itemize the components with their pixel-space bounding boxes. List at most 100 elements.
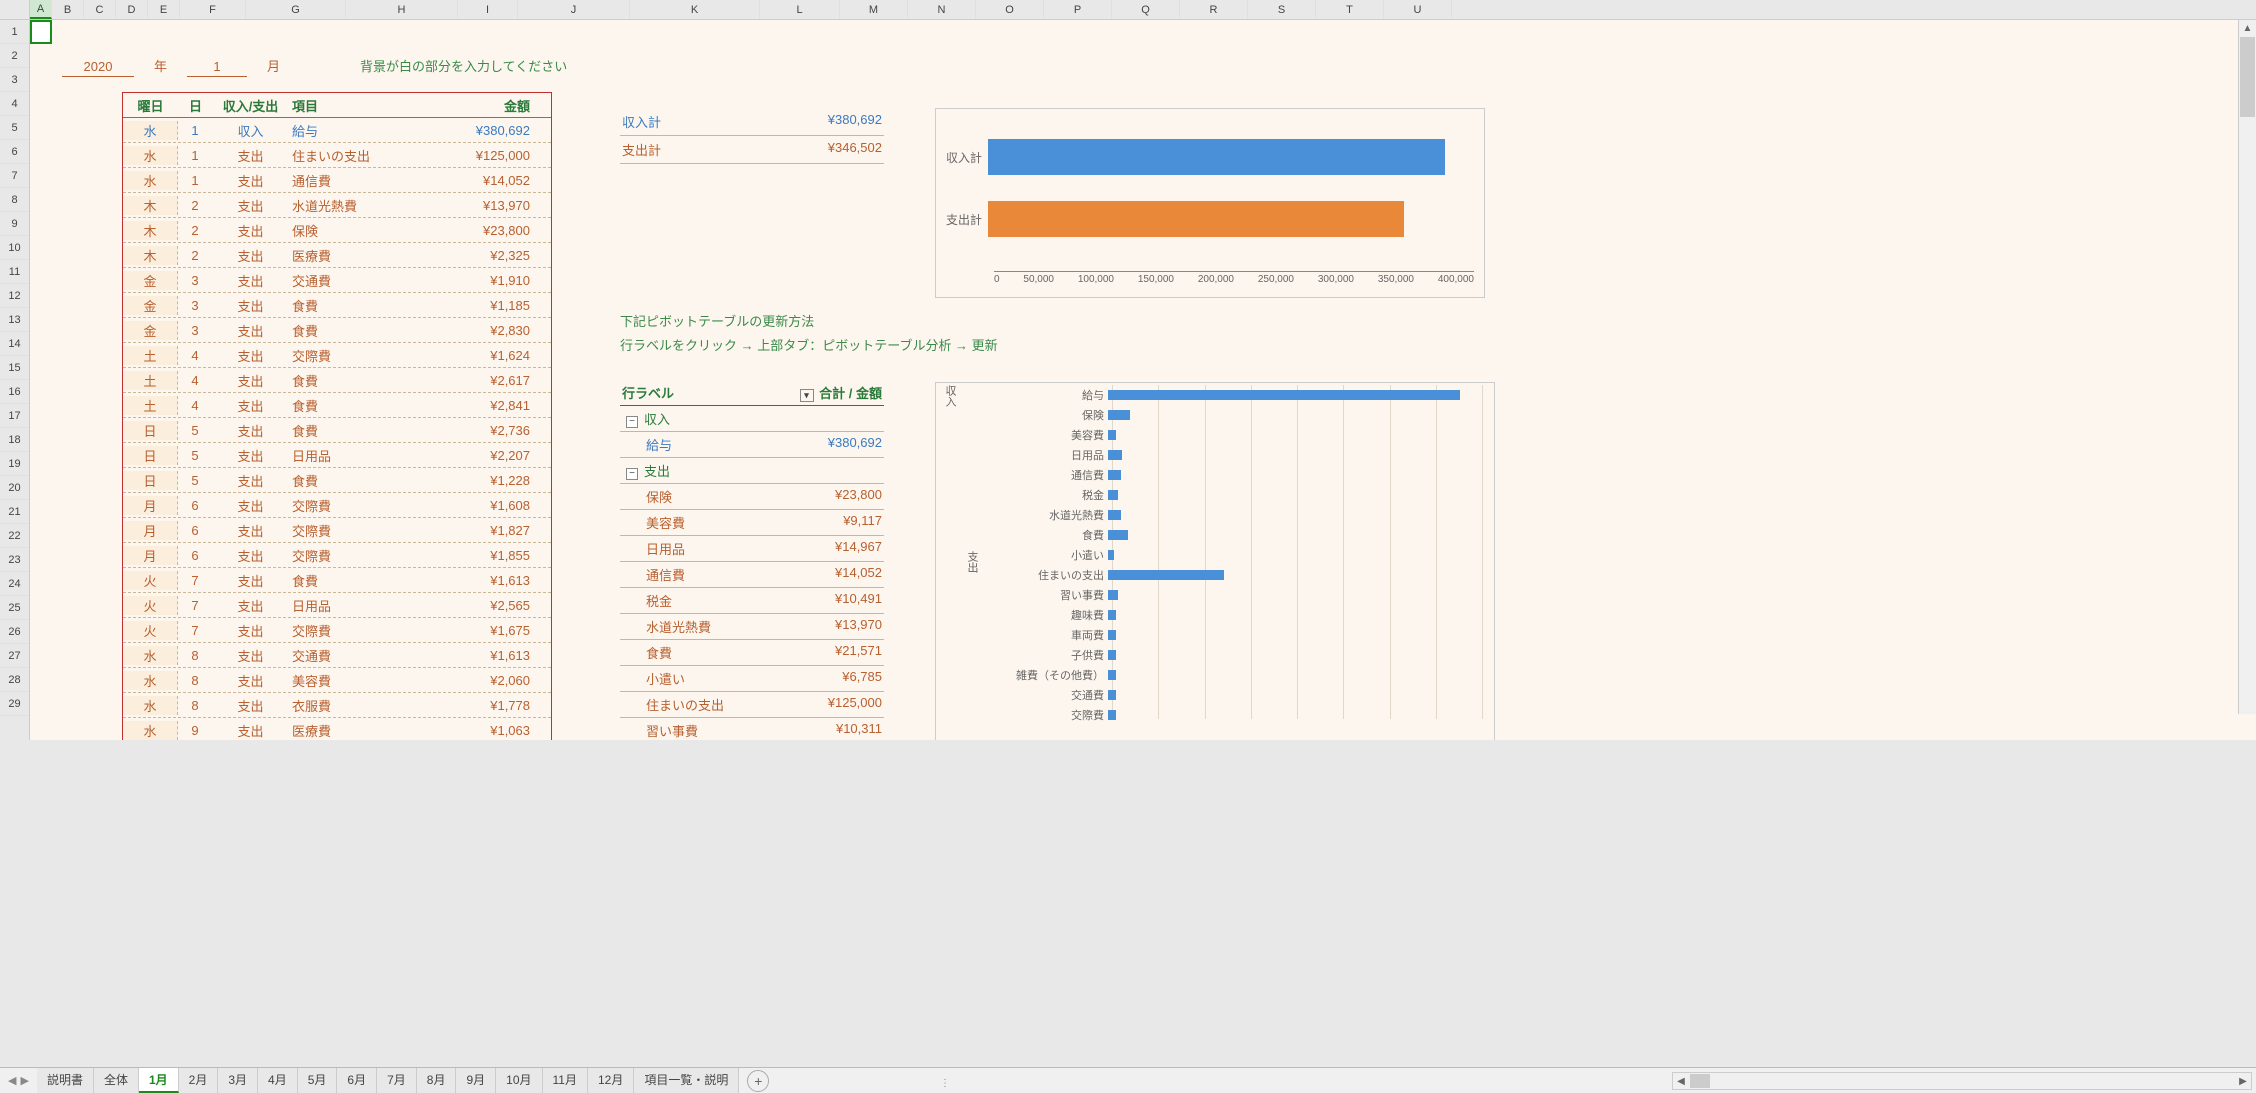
pivot-data-row[interactable]: 小遣い¥6,785 bbox=[620, 666, 884, 692]
ledger-row[interactable]: 水8支出交通費¥1,613 bbox=[123, 643, 551, 668]
pivot-group-row[interactable]: −収入 bbox=[620, 406, 884, 432]
column-header[interactable]: M bbox=[840, 0, 908, 19]
pivot-group-row[interactable]: −支出 bbox=[620, 458, 884, 484]
scroll-left-arrow-icon[interactable]: ◀ bbox=[1673, 1073, 1689, 1089]
ledger-cell-weekday[interactable]: 土 bbox=[123, 346, 178, 365]
ledger-cell-inout[interactable]: 支出 bbox=[213, 221, 288, 240]
pivot-data-row[interactable]: 住まいの支出¥125,000 bbox=[620, 692, 884, 718]
row-header[interactable]: 25 bbox=[0, 596, 29, 620]
ledger-row[interactable]: 木2支出保険¥23,800 bbox=[123, 218, 551, 243]
ledger-cell-amount[interactable]: ¥1,624 bbox=[438, 348, 538, 363]
ledger-cell-amount[interactable]: ¥1,855 bbox=[438, 548, 538, 563]
ledger-row[interactable]: 日5支出食費¥2,736 bbox=[123, 418, 551, 443]
ledger-cell-day[interactable]: 1 bbox=[178, 123, 213, 138]
row-header[interactable]: 9 bbox=[0, 212, 29, 236]
ledger-cell-day[interactable]: 2 bbox=[178, 223, 213, 238]
ledger-cell-inout[interactable]: 支出 bbox=[213, 621, 288, 640]
horizontal-scrollbar[interactable]: ◀ ▶ bbox=[1672, 1072, 2252, 1090]
ledger-cell-amount[interactable]: ¥1,910 bbox=[438, 273, 538, 288]
row-header[interactable]: 27 bbox=[0, 644, 29, 668]
ledger-cell-category[interactable]: 食費 bbox=[288, 471, 438, 490]
ledger-cell-weekday[interactable]: 木 bbox=[123, 246, 178, 265]
ledger-cell-day[interactable]: 7 bbox=[178, 598, 213, 613]
ledger-cell-category[interactable]: 交際費 bbox=[288, 521, 438, 540]
ledger-cell-inout[interactable]: 支出 bbox=[213, 371, 288, 390]
ledger-cell-category[interactable]: 交通費 bbox=[288, 646, 438, 665]
pivot-data-row[interactable]: 美容費¥9,117 bbox=[620, 510, 884, 536]
sheet-tab[interactable]: 8月 bbox=[417, 1068, 457, 1093]
tab-nav-prev-icon[interactable]: ▶ bbox=[20, 1074, 28, 1087]
ledger-cell-inout[interactable]: 支出 bbox=[213, 396, 288, 415]
row-header[interactable]: 11 bbox=[0, 260, 29, 284]
sheet-tab[interactable]: 10月 bbox=[496, 1068, 542, 1093]
ledger-cell-category[interactable]: 食費 bbox=[288, 571, 438, 590]
ledger-cell-category[interactable]: 通信費 bbox=[288, 171, 438, 190]
sheet-tab[interactable]: 11月 bbox=[543, 1068, 588, 1093]
ledger-cell-weekday[interactable]: 水 bbox=[123, 721, 178, 740]
ledger-cell-amount[interactable]: ¥23,800 bbox=[438, 223, 538, 238]
ledger-cell-amount[interactable]: ¥1,675 bbox=[438, 623, 538, 638]
ledger-cell-inout[interactable]: 支出 bbox=[213, 596, 288, 615]
sheet-tab[interactable]: 2月 bbox=[179, 1068, 219, 1093]
ledger-cell-inout[interactable]: 収入 bbox=[213, 121, 288, 140]
vertical-scrollbar[interactable]: ▲ bbox=[2238, 20, 2256, 714]
column-header[interactable]: K bbox=[630, 0, 760, 19]
ledger-cell-inout[interactable]: 支出 bbox=[213, 721, 288, 740]
ledger-cell-day[interactable]: 6 bbox=[178, 523, 213, 538]
pivot-data-row[interactable]: 食費¥21,571 bbox=[620, 640, 884, 666]
row-header[interactable]: 17 bbox=[0, 404, 29, 428]
pivot-data-row[interactable]: 通信費¥14,052 bbox=[620, 562, 884, 588]
scroll-up-arrow-icon[interactable]: ▲ bbox=[2239, 20, 2256, 36]
row-header[interactable]: 10 bbox=[0, 236, 29, 260]
ledger-row[interactable]: 火7支出日用品¥2,565 bbox=[123, 593, 551, 618]
row-header[interactable]: 21 bbox=[0, 500, 29, 524]
ledger-cell-inout[interactable]: 支出 bbox=[213, 271, 288, 290]
ledger-row[interactable]: 水1支出住まいの支出¥125,000 bbox=[123, 143, 551, 168]
row-header[interactable]: 7 bbox=[0, 164, 29, 188]
column-header[interactable]: G bbox=[246, 0, 346, 19]
ledger-cell-category[interactable]: 交通費 bbox=[288, 271, 438, 290]
ledger-cell-day[interactable]: 4 bbox=[178, 348, 213, 363]
ledger-cell-weekday[interactable]: 日 bbox=[123, 421, 178, 440]
ledger-cell-category[interactable]: 住まいの支出 bbox=[288, 146, 438, 165]
sheet-tab[interactable]: 7月 bbox=[377, 1068, 417, 1093]
ledger-row[interactable]: 火7支出交際費¥1,675 bbox=[123, 618, 551, 643]
ledger-cell-day[interactable]: 1 bbox=[178, 173, 213, 188]
ledger-cell-amount[interactable]: ¥14,052 bbox=[438, 173, 538, 188]
ledger-cell-amount[interactable]: ¥1,228 bbox=[438, 473, 538, 488]
row-header[interactable]: 22 bbox=[0, 524, 29, 548]
ledger-cell-weekday[interactable]: 金 bbox=[123, 271, 178, 290]
ledger-cell-category[interactable]: 保険 bbox=[288, 221, 438, 240]
ledger-cell-weekday[interactable]: 木 bbox=[123, 196, 178, 215]
ledger-cell-day[interactable]: 5 bbox=[178, 473, 213, 488]
ledger-cell-category[interactable]: 水道光熱費 bbox=[288, 196, 438, 215]
ledger-row[interactable]: 月6支出交際費¥1,608 bbox=[123, 493, 551, 518]
ledger-cell-inout[interactable]: 支出 bbox=[213, 571, 288, 590]
ledger-cell-day[interactable]: 2 bbox=[178, 198, 213, 213]
ledger-row[interactable]: 日5支出日用品¥2,207 bbox=[123, 443, 551, 468]
row-header[interactable]: 26 bbox=[0, 620, 29, 644]
ledger-row[interactable]: 月6支出交際費¥1,855 bbox=[123, 543, 551, 568]
ledger-cell-weekday[interactable]: 月 bbox=[123, 546, 178, 565]
row-header[interactable]: 20 bbox=[0, 476, 29, 500]
ledger-cell-category[interactable]: 給与 bbox=[288, 121, 438, 140]
ledger-cell-inout[interactable]: 支出 bbox=[213, 346, 288, 365]
ledger-cell-inout[interactable]: 支出 bbox=[213, 421, 288, 440]
pivot-filter-icon[interactable]: ▾ bbox=[800, 389, 814, 402]
active-cell-A1[interactable] bbox=[30, 20, 52, 44]
row-header[interactable]: 24 bbox=[0, 572, 29, 596]
row-header[interactable]: 3 bbox=[0, 68, 29, 92]
ledger-cell-inout[interactable]: 支出 bbox=[213, 246, 288, 265]
sheet-tab[interactable]: 5月 bbox=[298, 1068, 338, 1093]
ledger-cell-weekday[interactable]: 土 bbox=[123, 396, 178, 415]
ledger-cell-inout[interactable]: 支出 bbox=[213, 146, 288, 165]
ledger-cell-day[interactable]: 9 bbox=[178, 723, 213, 738]
ledger-row[interactable]: 土4支出食費¥2,617 bbox=[123, 368, 551, 393]
row-header[interactable]: 2 bbox=[0, 44, 29, 68]
ledger-row[interactable]: 金3支出食費¥1,185 bbox=[123, 293, 551, 318]
ledger-cell-category[interactable]: 交際費 bbox=[288, 346, 438, 365]
ledger-cell-amount[interactable]: ¥2,325 bbox=[438, 248, 538, 263]
row-header[interactable]: 8 bbox=[0, 188, 29, 212]
row-header[interactable]: 12 bbox=[0, 284, 29, 308]
scroll-right-arrow-icon[interactable]: ▶ bbox=[2235, 1073, 2251, 1089]
